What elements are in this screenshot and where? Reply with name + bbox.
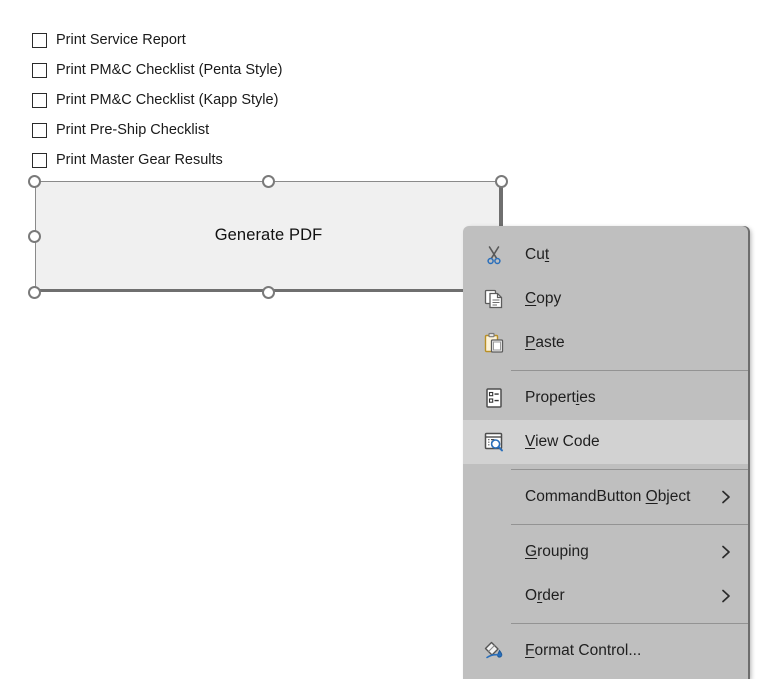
selection-handle-bottom-center[interactable] xyxy=(262,286,275,299)
menu-item-view-code[interactable]: View Code xyxy=(463,420,748,464)
menu-item-cut[interactable]: Cut xyxy=(463,233,748,277)
checkbox-print-pmc-checklist-penta[interactable] xyxy=(32,62,47,78)
copy-icon xyxy=(477,288,511,310)
selection-handle-stem xyxy=(499,186,503,230)
menu-item-format-control[interactable]: Format Control... xyxy=(463,629,748,673)
menu-item-paste[interactable]: Paste xyxy=(463,321,748,365)
checkbox-print-pmc-checklist-kapp[interactable] xyxy=(32,92,47,108)
list-item[interactable]: Print Master Gear Results xyxy=(32,145,452,175)
checkbox-label: Print Service Report xyxy=(56,31,186,48)
view-code-icon xyxy=(477,431,511,453)
list-item[interactable]: Print PM&C Checklist (Kapp Style) xyxy=(32,85,452,115)
selection-handle-middle-left[interactable] xyxy=(28,230,41,243)
print-options-checkbox-list: Print Service Report Print PM&C Checklis… xyxy=(32,25,452,175)
menu-item-order[interactable]: Order xyxy=(463,574,748,618)
checkbox-print-service-report[interactable] xyxy=(32,32,47,48)
generate-pdf-button-label: Generate PDF xyxy=(214,226,323,244)
properties-list-icon xyxy=(477,387,511,409)
menu-separator xyxy=(511,623,748,624)
list-item[interactable]: Print Pre-Ship Checklist xyxy=(32,115,452,145)
menu-item-label: Copy xyxy=(525,290,562,307)
menu-item-label: Format Control... xyxy=(525,642,642,659)
selection-handle-bottom-left[interactable] xyxy=(28,286,41,299)
chevron-right-icon xyxy=(718,588,734,604)
selection-handle-top-right[interactable] xyxy=(495,175,508,188)
menu-separator xyxy=(511,469,748,470)
menu-item-label: Paste xyxy=(525,334,565,351)
menu-item-label: Properties xyxy=(525,389,596,406)
chevron-right-icon xyxy=(718,489,734,505)
menu-item-label: Grouping xyxy=(525,543,589,560)
menu-item-copy[interactable]: Copy xyxy=(463,277,748,321)
scissors-icon xyxy=(477,244,511,266)
list-item[interactable]: Print Service Report xyxy=(32,25,452,55)
menu-separator xyxy=(511,524,748,525)
checkbox-label: Print PM&C Checklist (Kapp Style) xyxy=(56,91,279,108)
chevron-right-icon xyxy=(718,544,734,560)
menu-item-label: View Code xyxy=(525,433,600,450)
selection-handle-top-center[interactable] xyxy=(262,175,275,188)
selection-handle-top-left[interactable] xyxy=(28,175,41,188)
checkbox-print-master-gear-results[interactable] xyxy=(32,152,47,168)
clipboard-paste-icon xyxy=(477,332,511,354)
menu-item-properties[interactable]: Properties xyxy=(463,376,748,420)
checkbox-label: Print Pre-Ship Checklist xyxy=(56,121,210,138)
menu-item-grouping[interactable]: Grouping xyxy=(463,530,748,574)
context-menu: Cut Copy Paste Properties View Code Comm… xyxy=(463,226,748,679)
generate-pdf-button[interactable]: Generate PDF xyxy=(35,181,502,292)
menu-item-commandbutton-object[interactable]: CommandButton Object xyxy=(463,475,748,519)
checkbox-print-pre-ship-checklist[interactable] xyxy=(32,122,47,138)
menu-separator xyxy=(511,370,748,371)
menu-item-label: CommandButton Object xyxy=(525,488,691,505)
checkbox-label: Print Master Gear Results xyxy=(56,151,223,168)
list-item[interactable]: Print PM&C Checklist (Penta Style) xyxy=(32,55,452,85)
menu-item-label: Cut xyxy=(525,246,550,263)
menu-item-label: Order xyxy=(525,587,565,604)
checkbox-label: Print PM&C Checklist (Penta Style) xyxy=(56,61,283,78)
